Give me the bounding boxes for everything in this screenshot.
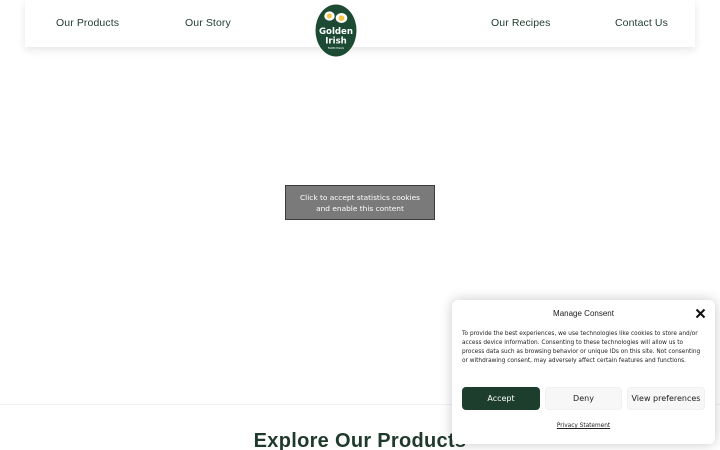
close-icon[interactable]	[695, 308, 706, 319]
consent-description: To provide the best experiences, we use …	[462, 331, 701, 364]
consent-title: Manage Consent	[553, 309, 614, 318]
logo-tagline: FARM EGGS	[328, 46, 345, 50]
nav-our-story[interactable]: Our Story	[185, 17, 231, 29]
logo-text-golden: Golden	[319, 27, 353, 37]
view-preferences-button[interactable]: View preferences	[627, 387, 705, 410]
nav-our-products[interactable]: Our Products	[56, 17, 119, 29]
statistics-cookie-placeholder[interactable]: Click to accept statistics cookies and e…	[285, 185, 435, 220]
cookie-consent-dialog: Manage Consent To provide the best exper…	[452, 300, 715, 444]
golden-irish-logo[interactable]: Golden Irish FARM EGGS	[315, 4, 357, 57]
logo-text-irish: Irish	[325, 37, 347, 47]
site-header: Our Products Our Story Our Recipes Conta…	[25, 0, 695, 47]
deny-button[interactable]: Deny	[545, 387, 622, 410]
accept-button[interactable]: Accept	[462, 387, 540, 410]
placeholder-text: Click to accept statistics cookies and e…	[299, 192, 420, 213]
privacy-statement-link[interactable]: Privacy Statement	[452, 423, 715, 429]
nav-our-recipes[interactable]: Our Recipes	[491, 17, 550, 29]
page: Our Products Our Story Our Recipes Conta…	[0, 0, 720, 450]
nav-contact-us[interactable]: Contact Us	[615, 17, 668, 29]
